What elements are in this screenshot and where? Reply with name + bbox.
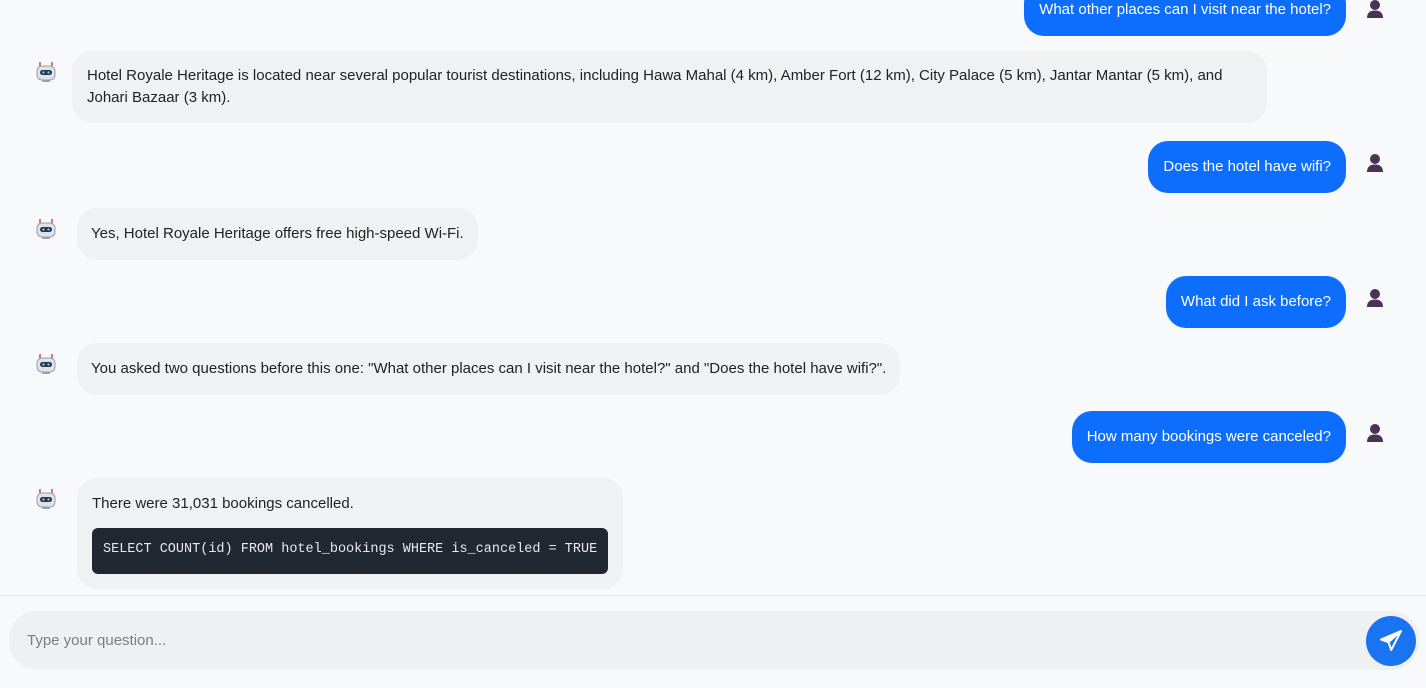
robot-icon xyxy=(35,218,57,240)
composer xyxy=(9,611,1419,670)
assistant-message-bubble: Hotel Royale Heritage is located near se… xyxy=(72,51,1267,123)
chat-app: What other places can I visit near the h… xyxy=(0,0,1426,688)
user-message-bubble: Does the hotel have wifi? xyxy=(1148,141,1346,193)
assistant-message-bubble: You asked two questions before this one:… xyxy=(77,343,901,395)
paper-plane-icon xyxy=(1379,629,1403,653)
assistant-message-bubble: Yes, Hotel Royale Heritage offers free h… xyxy=(77,208,478,260)
user-message-bubble: What other places can I visit near the h… xyxy=(1024,0,1346,36)
user-message-bubble: How many bookings were canceled? xyxy=(1071,411,1346,463)
chat-thread[interactable]: What other places can I visit near the h… xyxy=(0,0,1426,595)
user-avatar-icon xyxy=(1364,287,1386,309)
user-avatar-icon xyxy=(1364,0,1386,20)
robot-icon xyxy=(35,353,57,375)
send-button[interactable] xyxy=(1366,616,1416,666)
robot-icon xyxy=(35,61,57,83)
user-avatar-icon xyxy=(1364,152,1386,174)
robot-icon xyxy=(35,488,57,510)
composer-divider xyxy=(0,595,1426,596)
user-message-bubble: What did I ask before? xyxy=(1165,276,1346,328)
assistant-message-text: There were 31,031 bookings cancelled. xyxy=(92,495,354,512)
question-input[interactable] xyxy=(9,611,1359,670)
assistant-message-bubble: There were 31,031 bookings cancelled. SE… xyxy=(77,478,624,589)
user-avatar-icon xyxy=(1364,422,1386,444)
sql-code-block: SELECT COUNT(id) FROM hotel_bookings WHE… xyxy=(92,528,609,574)
